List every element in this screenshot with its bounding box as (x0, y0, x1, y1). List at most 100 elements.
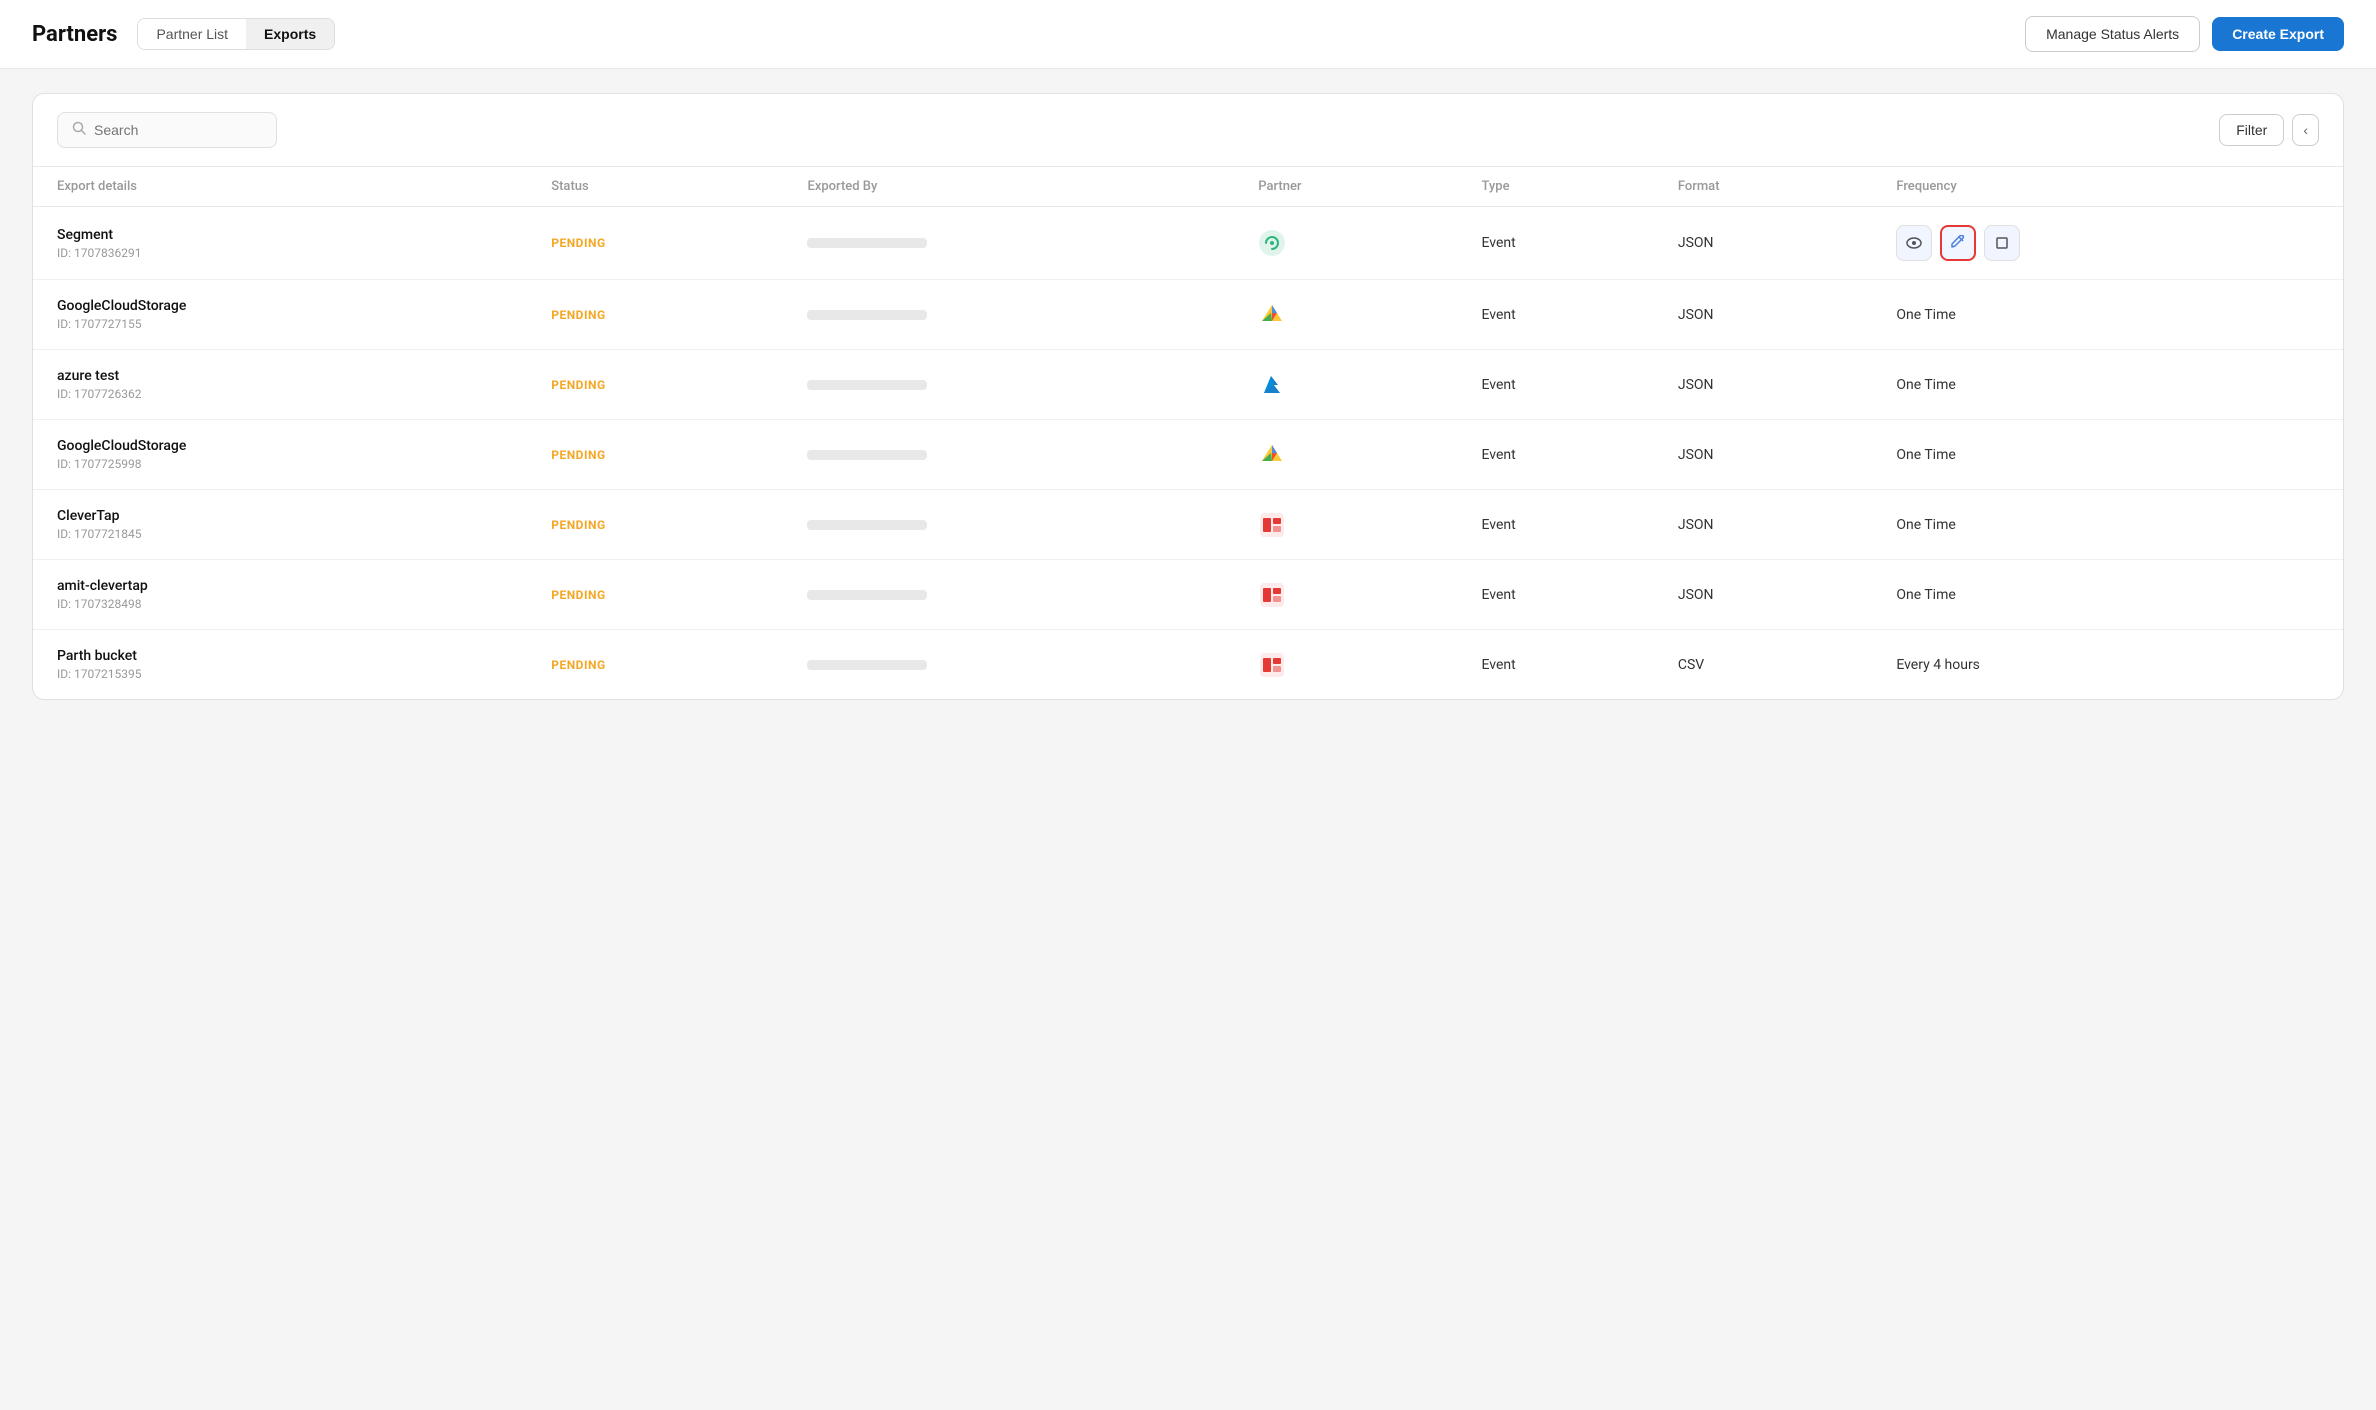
type-cell: Event (1465, 560, 1661, 630)
export-id: ID: 1707725998 (57, 457, 519, 471)
table-row: amit-clevertap ID: 1707328498 PENDING Even… (33, 560, 2343, 630)
exported-by-cell (791, 490, 1242, 560)
status-badge: PENDING (551, 308, 605, 322)
partner-cell (1242, 490, 1465, 560)
main-container: Filter ‹ Export details Status Exported … (32, 93, 2344, 700)
export-name: amit-clevertap (57, 578, 519, 594)
top-bar: Partners Partner List Exports Manage Sta… (0, 0, 2376, 69)
view-button[interactable] (1896, 225, 1932, 261)
type-cell: Event (1465, 207, 1661, 280)
table-header-row: Export details Status Exported By Partne… (33, 167, 2343, 207)
frequency-cell (1880, 207, 2343, 280)
status-cell: PENDING (535, 490, 791, 560)
toolbar-right: Filter ‹ (2219, 114, 2319, 146)
partner-cell (1242, 630, 1465, 700)
col-export-details: Export details (33, 167, 535, 207)
export-id: ID: 1707215395 (57, 667, 519, 681)
exported-by-bar (807, 590, 927, 600)
search-box[interactable] (57, 112, 277, 148)
stop-button[interactable] (1984, 225, 2020, 261)
status-badge: PENDING (551, 236, 605, 250)
type-cell: Event (1465, 490, 1661, 560)
frequency-cell: One Time (1880, 350, 2343, 420)
filter-button[interactable]: Filter (2219, 114, 2284, 146)
table-row: CleverTap ID: 1707721845 PENDING EventJSON… (33, 490, 2343, 560)
table-row: GoogleCloudStorageID: 1707725998PENDING … (33, 420, 2343, 490)
partner-logo (1258, 371, 1286, 399)
export-id: ID: 1707721845 (57, 527, 519, 541)
row-actions (1896, 225, 2327, 261)
export-name: CleverTap (57, 508, 519, 524)
manage-status-alerts-button[interactable]: Manage Status Alerts (2025, 16, 2200, 52)
col-exported-by: Exported By (791, 167, 1242, 207)
exported-by-bar (807, 380, 927, 390)
format-cell: JSON (1662, 420, 1880, 490)
format-cell: JSON (1662, 207, 1880, 280)
tab-partner-list[interactable]: Partner List (138, 19, 246, 49)
frequency-cell: One Time (1880, 420, 2343, 490)
search-icon (72, 121, 86, 139)
search-input[interactable] (94, 122, 262, 138)
export-details-cell: azure testID: 1707726362 (33, 350, 535, 420)
exported-by-cell (791, 207, 1242, 280)
partner-cell (1242, 420, 1465, 490)
tab-exports[interactable]: Exports (246, 19, 334, 49)
status-badge: PENDING (551, 518, 605, 532)
status-cell: PENDING (535, 420, 791, 490)
collapse-button[interactable]: ‹ (2292, 114, 2319, 146)
partner-cell (1242, 280, 1465, 350)
type-cell: Event (1465, 420, 1661, 490)
type-cell: Event (1465, 350, 1661, 420)
exported-by-bar (807, 310, 927, 320)
format-cell: JSON (1662, 350, 1880, 420)
partner-logo (1258, 301, 1286, 329)
exported-by-cell (791, 350, 1242, 420)
export-id: ID: 1707328498 (57, 597, 519, 611)
status-cell: PENDING (535, 630, 791, 700)
exported-by-cell (791, 420, 1242, 490)
col-type: Type (1465, 167, 1661, 207)
table-row: GoogleCloudStorageID: 1707727155PENDING … (33, 280, 2343, 350)
edit-button[interactable] (1940, 225, 1976, 261)
toolbar: Filter ‹ (33, 94, 2343, 167)
status-badge: PENDING (551, 588, 605, 602)
table-row: azure testID: 1707726362 PENDING EventJSO… (33, 350, 2343, 420)
status-cell: PENDING (535, 280, 791, 350)
col-status: Status (535, 167, 791, 207)
type-cell: Event (1465, 280, 1661, 350)
status-badge: PENDING (551, 448, 605, 462)
page-title: Partners (32, 22, 117, 47)
frequency-cell: One Time (1880, 490, 2343, 560)
export-details-cell: amit-clevertap ID: 1707328498 (33, 560, 535, 630)
exported-by-cell (791, 280, 1242, 350)
exports-table: Export details Status Exported By Partne… (33, 167, 2343, 699)
export-name: GoogleCloudStorage (57, 438, 519, 454)
export-details-cell: GoogleCloudStorage ID: 1707725998 (33, 420, 535, 490)
format-cell: JSON (1662, 490, 1880, 560)
exported-by-bar (807, 450, 927, 460)
partner-logo (1258, 651, 1286, 679)
export-details-cell: Parth bucketID: 1707215395 (33, 630, 535, 700)
type-cell: Event (1465, 630, 1661, 700)
exported-by-cell (791, 630, 1242, 700)
col-partner: Partner (1242, 167, 1465, 207)
partner-cell (1242, 350, 1465, 420)
partner-logo (1258, 511, 1286, 539)
table-row: SegmentID: 1707836291 PENDING EventJSON (33, 207, 2343, 280)
status-badge: PENDING (551, 378, 605, 392)
export-details-cell: SegmentID: 1707836291 (33, 207, 535, 280)
export-name: azure test (57, 368, 519, 384)
col-frequency: Frequency (1880, 167, 2343, 207)
frequency-cell: One Time (1880, 560, 2343, 630)
export-id: ID: 1707727155 (57, 317, 519, 331)
format-cell: JSON (1662, 560, 1880, 630)
create-export-button[interactable]: Create Export (2212, 17, 2344, 51)
export-details-cell: CleverTap ID: 1707721845 (33, 490, 535, 560)
status-badge: PENDING (551, 658, 605, 672)
tab-group: Partner List Exports (137, 18, 335, 50)
partner-logo (1258, 581, 1286, 609)
table-row: Parth bucketID: 1707215395PENDING EventC… (33, 630, 2343, 700)
exported-by-bar (807, 238, 927, 248)
format-cell: JSON (1662, 280, 1880, 350)
frequency-cell: Every 4 hours (1880, 630, 2343, 700)
